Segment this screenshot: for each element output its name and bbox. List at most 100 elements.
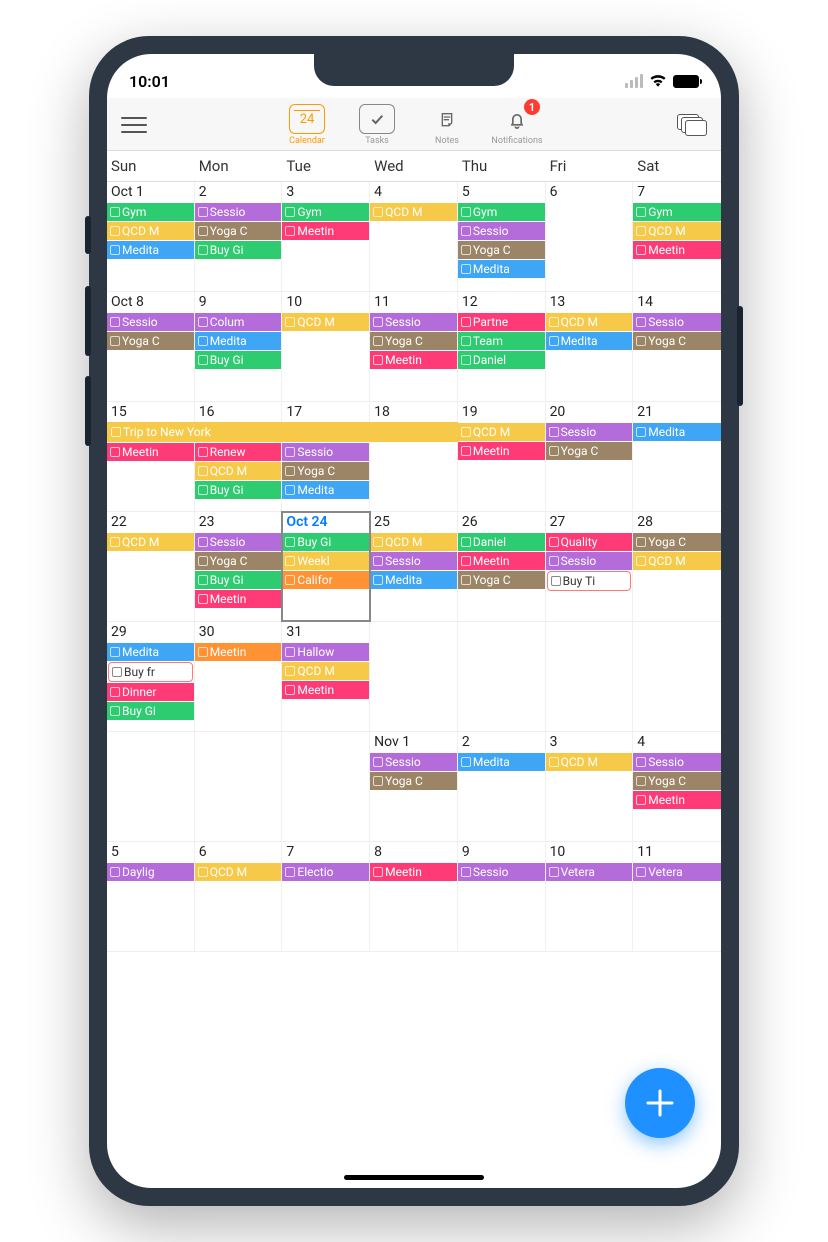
day-cell[interactable]: 5Daylig	[107, 842, 195, 951]
event-item[interactable]: Yoga C	[458, 241, 545, 259]
day-cell[interactable]: 29MeditaBuy frDinnerBuy Gi	[107, 622, 195, 731]
day-cell[interactable]: 14SessioYoga C	[633, 292, 721, 401]
event-item[interactable]: Sessio	[633, 313, 721, 331]
event-item[interactable]: Meetin	[282, 681, 369, 699]
day-cell[interactable]: 25QCD MSessioMedita	[370, 512, 458, 621]
event-item[interactable]: Team	[458, 332, 545, 350]
day-cell[interactable]: 19QCD MMeetin	[458, 402, 546, 511]
event-item[interactable]: Yoga C	[282, 462, 369, 480]
event-item[interactable]: Yoga C	[546, 442, 633, 460]
day-cell[interactable]: 21Medita	[633, 402, 721, 511]
event-item[interactable]: Daylig	[107, 863, 194, 881]
menu-button[interactable]	[121, 117, 147, 133]
event-item[interactable]: QCD M	[195, 462, 282, 480]
day-cell[interactable]: 11Vetera	[633, 842, 721, 951]
day-cell[interactable]: 12PartneTeam Daniel	[458, 292, 546, 401]
calendar-grid[interactable]: Oct 1GymQCD MMedita2SessioYoga CBuy Gi3G…	[107, 182, 721, 1186]
event-item[interactable]: Dinner	[107, 683, 194, 701]
event-item[interactable]: QCD M	[282, 662, 369, 680]
day-cell[interactable]: 22QCD M	[107, 512, 195, 621]
multi-day-event[interactable]: Trip to New York	[107, 422, 458, 442]
add-button[interactable]	[625, 1068, 695, 1138]
day-cell[interactable]: 31HallowQCD MMeetin	[282, 622, 370, 731]
event-item[interactable]: QCD M	[546, 313, 633, 331]
event-item[interactable]: Weekl	[282, 552, 369, 570]
day-cell[interactable]: 4QCD M	[370, 182, 458, 291]
event-item[interactable]: QCD M	[195, 863, 282, 881]
tab-calendar[interactable]: 24Calendar	[277, 104, 337, 146]
event-item[interactable]: Yoga C	[633, 772, 721, 790]
event-item[interactable]: Meetin	[107, 443, 194, 461]
event-item[interactable]: Yoga C	[370, 772, 457, 790]
day-cell[interactable]: 10Vetera	[546, 842, 634, 951]
day-cell[interactable]: 3GymMeetin	[282, 182, 370, 291]
event-item[interactable]: Daniel	[458, 533, 545, 551]
event-item[interactable]: Yoga C	[458, 571, 545, 589]
event-item[interactable]: Vetera	[633, 863, 721, 881]
event-item[interactable]: Sessio	[370, 552, 457, 570]
day-cell[interactable]: 3QCD M	[546, 732, 634, 841]
event-item[interactable]: Sessio	[195, 203, 282, 221]
event-item[interactable]: Sessio	[370, 753, 457, 771]
event-item[interactable]: Buy Gi	[195, 481, 282, 499]
day-cell[interactable]: 10QCD M	[282, 292, 370, 401]
event-item[interactable]: Medita	[370, 571, 457, 589]
day-cell[interactable]: 30Meetin	[195, 622, 283, 731]
day-cell[interactable]: 20SessioYoga C	[546, 402, 634, 511]
event-item[interactable]: Buy fr	[108, 662, 193, 682]
event-item[interactable]: Buy Gi	[195, 351, 282, 369]
cards-button[interactable]	[677, 114, 707, 136]
event-item[interactable]: Meetin	[195, 643, 282, 661]
event-item[interactable]: Gym	[633, 203, 721, 221]
day-cell[interactable]: 17SessioYoga CMedita	[282, 402, 370, 511]
day-cell[interactable]	[546, 622, 634, 731]
event-item[interactable]: Yoga C	[370, 332, 457, 350]
day-cell[interactable]: 9Sessio	[458, 842, 546, 951]
day-cell[interactable]	[282, 732, 370, 841]
day-cell[interactable]: Oct 24Buy GiWeeklCalifor	[282, 512, 370, 621]
event-item[interactable]: Sessio	[633, 753, 721, 771]
tab-notifications[interactable]: 1Notifications	[487, 104, 547, 146]
event-item[interactable]: Yoga C	[633, 533, 721, 551]
event-item[interactable]: QCD M	[546, 753, 633, 771]
day-cell[interactable]: 18	[370, 402, 458, 511]
event-item[interactable]: Medita	[546, 332, 633, 350]
day-cell[interactable]	[195, 732, 283, 841]
event-item[interactable]: Quality	[546, 533, 633, 551]
event-item[interactable]: Meetin	[370, 351, 457, 369]
event-item[interactable]: Medita	[107, 241, 194, 259]
event-item[interactable]: Buy Gi	[107, 702, 194, 720]
day-cell[interactable]: 7Electio	[282, 842, 370, 951]
event-item[interactable]: Yoga C	[195, 552, 282, 570]
event-item[interactable]: Medita	[458, 260, 545, 278]
event-item[interactable]: Sessio	[546, 423, 633, 441]
event-item[interactable]: Meetin	[370, 863, 457, 881]
day-cell[interactable]: 8Meetin	[370, 842, 458, 951]
day-cell[interactable]: Oct 1GymQCD MMedita	[107, 182, 195, 291]
day-cell[interactable]: 4SessioYoga CMeetin	[633, 732, 721, 841]
event-item[interactable]: Renew	[195, 443, 282, 461]
event-item[interactable]: Buy Ti	[547, 571, 632, 591]
event-item[interactable]: Medita	[282, 481, 369, 499]
event-item[interactable]: Yoga C	[633, 332, 721, 350]
event-item[interactable]: Meetin	[633, 241, 721, 259]
day-cell[interactable]: 6	[546, 182, 634, 291]
day-cell[interactable]: 2Medita	[458, 732, 546, 841]
event-item[interactable]: Meetin	[458, 442, 545, 460]
event-item[interactable]: Buy Gi	[195, 241, 282, 259]
event-item[interactable]: Meetin	[195, 590, 282, 608]
event-item[interactable]: Medita	[633, 423, 721, 441]
day-cell[interactable]: 27QualitySessioBuy Ti	[546, 512, 634, 621]
event-item[interactable]: QCD M	[107, 222, 194, 240]
event-item[interactable]: Gym	[282, 203, 369, 221]
event-item[interactable]: Yoga C	[107, 332, 194, 350]
day-cell[interactable]: 15Meetin	[107, 402, 195, 511]
event-item[interactable]: Sessio	[107, 313, 194, 331]
tab-notes[interactable]: Notes	[417, 104, 477, 146]
event-item[interactable]: Meetin	[458, 552, 545, 570]
event-item[interactable]: Meetin	[633, 791, 721, 809]
event-item[interactable]: Gym	[458, 203, 545, 221]
day-cell[interactable]	[370, 622, 458, 731]
event-item[interactable]: Medita	[107, 643, 194, 661]
event-item[interactable]: QCD M	[107, 533, 194, 551]
